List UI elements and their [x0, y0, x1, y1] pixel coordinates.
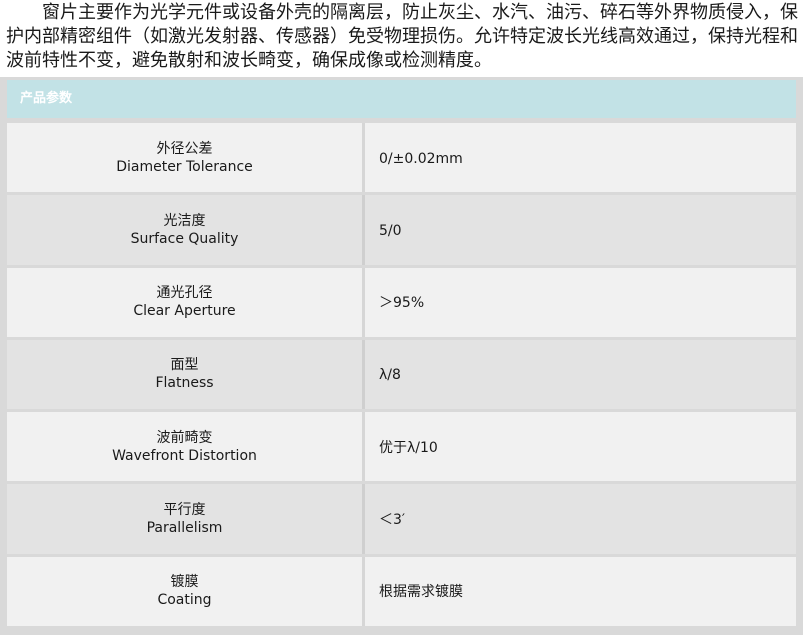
table-row: 面型 Flatness λ/8 [7, 339, 796, 410]
spec-name-cn: 波前畸变 [156, 429, 213, 446]
spec-value: ＜3′ [379, 512, 406, 529]
spec-value-cell: ＞95% [362, 267, 796, 337]
spec-name-cell: 面型 Flatness [7, 339, 362, 410]
spec-name-en: Diameter Tolerance [116, 158, 253, 175]
spec-name-en: Clear Aperture [133, 303, 236, 320]
spec-name-cn: 镀膜 [170, 574, 199, 591]
spec-name-cell: 通光孔径 Clear Aperture [7, 267, 362, 337]
table-row: 通光孔径 Clear Aperture ＞95% [7, 267, 796, 337]
spec-name-cn: 外径公差 [156, 140, 213, 157]
spec-name-cn: 平行度 [163, 502, 206, 519]
intro-paragraph: 窗片主要作为光学元件或设备外壳的隔离层，防止灰尘、水汽、油污、碎石等外界物质侵入… [6, 2, 798, 71]
spec-value: 5/0 [379, 222, 402, 239]
spec-value: λ/8 [379, 367, 401, 384]
spec-name-cell: 波前畸变 Wavefront Distortion [7, 412, 362, 482]
spec-name-en: Surface Quality [130, 230, 239, 247]
spec-name-en: Flatness [155, 375, 214, 392]
product-parameters-panel: 产品参数 外径公差 Diameter Tolerance 0/±0.02mm 光… [0, 77, 803, 635]
spec-name-cell: 外径公差 Diameter Tolerance [7, 123, 362, 193]
table-row: 镀膜 Coating 根据需求镀膜 [7, 556, 796, 626]
spec-value: 根据需求镀膜 [379, 584, 463, 601]
spec-name-cell: 平行度 Parallelism [7, 484, 362, 554]
table-row: 波前畸变 Wavefront Distortion 优于λ/10 [7, 412, 796, 482]
table-row: 光洁度 Surface Quality 5/0 [7, 195, 796, 265]
spec-value: 优于λ/10 [379, 439, 438, 456]
spec-name-cn: 面型 [170, 357, 199, 374]
spec-value-cell: 根据需求镀膜 [362, 556, 796, 626]
panel-header: 产品参数 [7, 80, 796, 118]
spec-value: 0/±0.02mm [379, 150, 463, 167]
spec-name-cell: 镀膜 Coating [7, 556, 362, 626]
spec-name-cell: 光洁度 Surface Quality [7, 195, 362, 265]
spec-value-cell: 0/±0.02mm [362, 123, 796, 193]
spec-table: 外径公差 Diameter Tolerance 0/±0.02mm 光洁度 Su… [7, 120, 796, 629]
spec-name-en: Coating [157, 592, 212, 609]
spec-value-cell: 优于λ/10 [362, 412, 796, 482]
spec-name-en: Wavefront Distortion [112, 447, 257, 464]
spec-name-en: Parallelism [146, 520, 223, 537]
panel-title: 产品参数 [20, 91, 73, 106]
spec-value-cell: ＜3′ [362, 484, 796, 554]
spec-value-cell: 5/0 [362, 195, 796, 265]
table-row: 平行度 Parallelism ＜3′ [7, 484, 796, 554]
spec-value: ＞95% [379, 295, 425, 312]
spec-name-cn: 光洁度 [163, 212, 206, 229]
table-row: 外径公差 Diameter Tolerance 0/±0.02mm [7, 123, 796, 193]
spec-value-cell: λ/8 [362, 339, 796, 410]
spec-name-cn: 通光孔径 [156, 285, 213, 302]
